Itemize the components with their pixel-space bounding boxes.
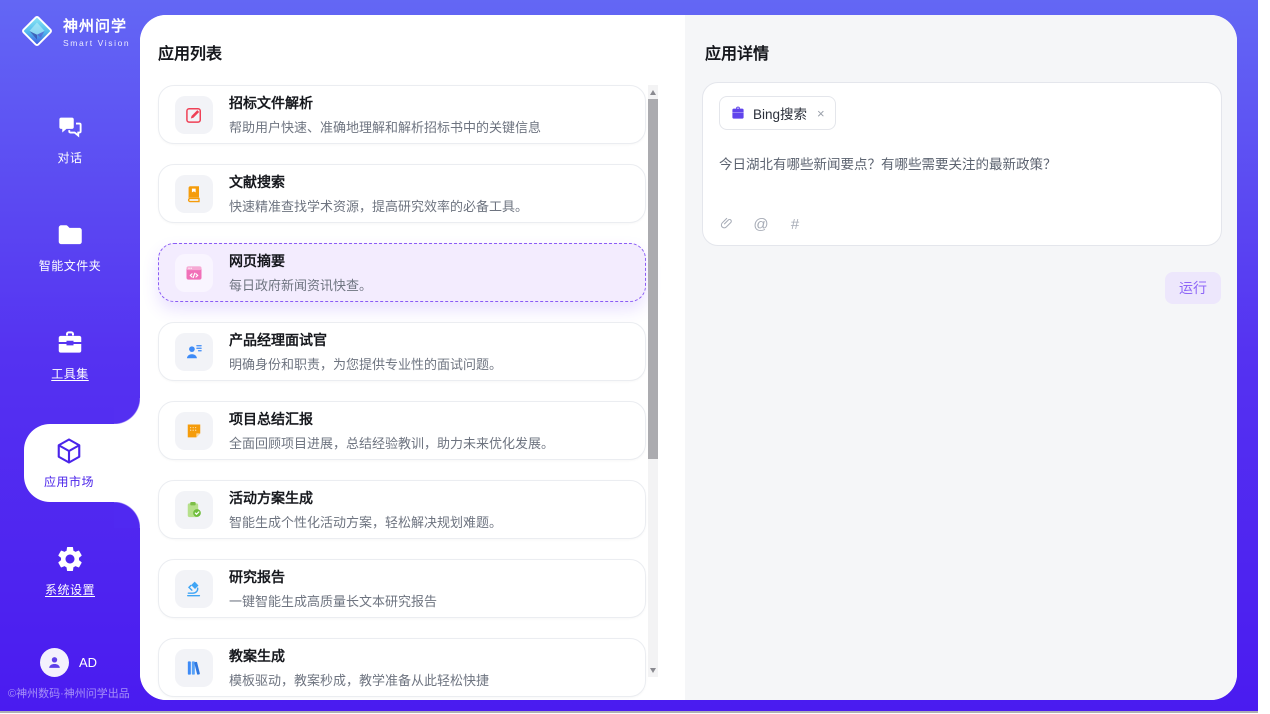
tool-tag-remove-icon[interactable]: × [817,107,825,120]
toolbox-icon [55,328,85,358]
app-card[interactable]: 研究报告一键智能生成高质量长文本研究报告 [158,559,646,618]
briefcase-icon [730,105,746,121]
app-card[interactable]: 招标文件解析帮助用户快速、准确地理解和解析招标书中的关键信息 [158,85,646,144]
prompt-input-card[interactable]: Bing搜索 × 今日湖北有哪些新闻要点？有哪些需要关注的最新政策？ @# [702,82,1222,246]
user-initials: AD [79,655,97,670]
sidebar-item-settings[interactable]: 系统设置 [0,532,140,610]
paperclip-icon[interactable] [719,216,735,232]
app-card-title: 项目总结汇报 [229,409,554,429]
app-card-title: 文献搜索 [229,172,528,192]
app-card[interactable]: 活动方案生成智能生成个性化活动方案，轻松解决规划难题。 [158,480,646,539]
user-icon [46,654,63,671]
app-card[interactable]: 文献搜索快速精准查找学术资源，提高研究效率的必备工具。 [158,164,646,223]
app-logo: 神州问学 Smart Vision [18,12,130,50]
app-card-title: 活动方案生成 [229,488,502,508]
app-subtitle: Smart Vision [63,38,130,48]
sidebar-item-label: 系统设置 [45,581,95,598]
tool-tag-label: Bing搜索 [753,103,807,123]
app-card-desc: 每日政府新闻资讯快查。 [229,275,372,294]
gem-logo-icon [18,12,56,50]
scrollbar[interactable] [648,85,658,677]
at-icon[interactable]: @ [753,216,769,232]
sidebar-item-label: 对话 [57,149,82,166]
app-icon-tile [175,570,213,608]
footer-credit: ©神州数码·神州问学出品 [8,685,130,701]
research-icon [184,579,204,599]
sidebar: 神州问学 Smart Vision 对话智能文件夹工具集应用市场系统设置 AD … [0,0,140,711]
app-icon-tile [175,491,213,529]
app-list-panel: 应用列表 招标文件解析帮助用户快速、准确地理解和解析招标书中的关键信息文献搜索快… [140,15,685,700]
app-title: 神州问学 [63,15,130,36]
sidebar-item-smart-folders[interactable]: 智能文件夹 [0,208,140,286]
app-card-list: 招标文件解析帮助用户快速、准确地理解和解析招标书中的关键信息文献搜索快速精准查找… [158,85,646,700]
app-list-title: 应用列表 [158,40,222,64]
books-icon [184,658,204,678]
app-card-title: 教案生成 [229,646,489,666]
app-card[interactable]: 教案生成模板驱动，教案秒成，教学准备从此轻松快捷 [158,638,646,697]
sidebar-item-label: 应用市场 [44,473,94,490]
app-icon-tile [175,96,213,134]
app-card-desc: 明确身份和职责，为您提供专业性的面试问题。 [229,354,502,373]
interview-icon [184,342,204,362]
folder-icon [55,220,85,250]
query-input-text[interactable]: 今日湖北有哪些新闻要点？有哪些需要关注的最新政策？ [719,155,1205,175]
sidebar-nav: 对话智能文件夹工具集应用市场系统设置 [0,100,140,640]
doc-edit-icon [184,105,204,125]
attachment-toolbar: @# [719,216,803,232]
app-icon-tile [175,649,213,687]
app-card[interactable]: 网页摘要每日政府新闻资讯快查。 [158,243,646,302]
app-icon-tile [175,175,213,213]
app-card-desc: 一键智能生成高质量长文本研究报告 [229,591,437,610]
app-card-desc: 快速精准查找学术资源，提高研究效率的必备工具。 [229,196,528,215]
chat-icon [55,112,85,142]
app-detail-title: 应用详情 [705,40,769,64]
app-card-title: 研究报告 [229,567,437,587]
app-card-title: 招标文件解析 [229,93,541,113]
app-card[interactable]: 项目总结汇报全面回顾项目进展，总结经验教训，助力未来优化发展。 [158,401,646,460]
cube-icon [54,436,84,466]
tool-tag-bing-search[interactable]: Bing搜索 × [719,96,836,130]
sidebar-item-label: 工具集 [51,365,89,382]
app-card-desc: 模板驱动，教案秒成，教学准备从此轻松快捷 [229,670,489,689]
app-card-title: 网页摘要 [229,251,372,271]
app-card-desc: 帮助用户快速、准确地理解和解析招标书中的关键信息 [229,117,541,136]
app-card-desc: 智能生成个性化活动方案，轻松解决规划难题。 [229,512,502,531]
scrollbar-down-arrow[interactable] [648,663,658,677]
run-button[interactable]: 运行 [1165,272,1221,304]
app-card[interactable]: 产品经理面试官明确身份和职责，为您提供专业性的面试问题。 [158,322,646,381]
note-icon [184,421,204,441]
sidebar-item-toolset[interactable]: 工具集 [0,316,140,394]
app-icon-tile [175,254,213,292]
book-icon [184,184,204,204]
app-card-title: 产品经理面试官 [229,330,502,350]
app-detail-panel: 应用详情 Bing搜索 × 今日湖北有哪些新闻要点？有哪些需要关注的最新政策？ … [685,15,1237,700]
plan-check-icon [184,500,204,520]
app-card-desc: 全面回顾项目进展，总结经验教训，助力未来优化发展。 [229,433,554,452]
frame-bottom-line [0,711,1258,713]
app-icon-tile [175,412,213,450]
web-code-icon [184,263,204,283]
sidebar-item-app-market[interactable]: 应用市场 [24,424,140,502]
sidebar-item-label: 智能文件夹 [39,257,102,274]
gear-icon [55,544,85,574]
app-icon-tile [175,333,213,371]
sidebar-item-chat[interactable]: 对话 [0,100,140,178]
hash-icon[interactable]: # [787,216,803,232]
scrollbar-up-arrow[interactable] [648,85,658,99]
avatar[interactable] [40,648,69,677]
scrollbar-thumb[interactable] [648,99,658,459]
user-row[interactable]: AD [40,648,97,677]
main-content: 应用列表 招标文件解析帮助用户快速、准确地理解和解析招标书中的关键信息文献搜索快… [140,15,1237,700]
